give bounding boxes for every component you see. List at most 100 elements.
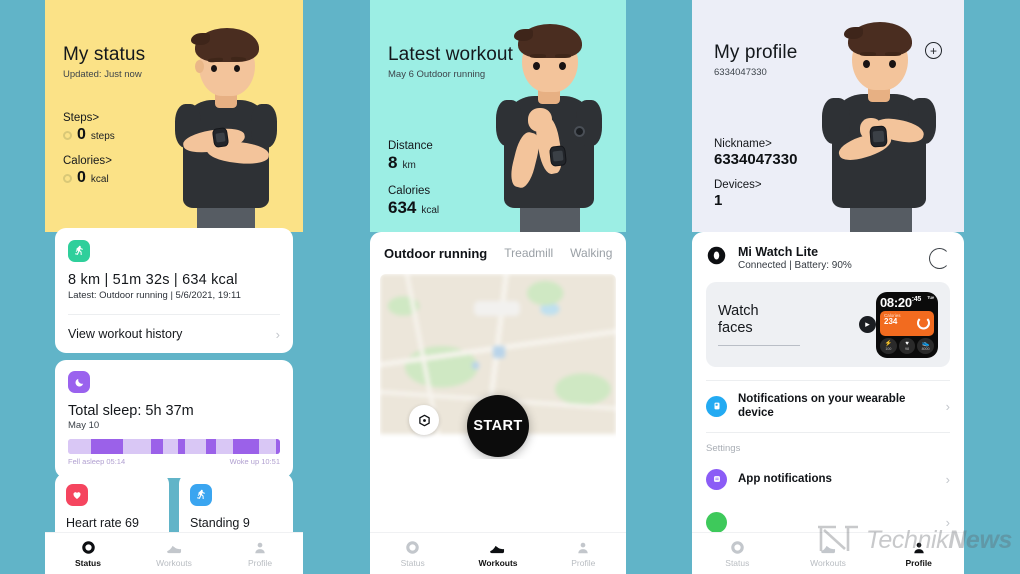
watch-face-preview: 08:20 :45 Tue Calories 234 ⚡ 100 ♥ 98 👟 … [876,291,938,358]
workout-latest-text: Latest: Outdoor running | 5/6/2021, 19:1… [68,290,241,301]
shoe-icon [820,540,837,555]
phone-screen-profile: My profile 6334047330 + Nickname> 633404… [692,0,964,574]
watch-faces-card[interactable]: Watch faces ▸ 08:20 :45 Tue Calories 234 [706,282,950,367]
workout-panel: Outdoor running Treadmill Walking Out [370,232,626,534]
chevron-right-icon: > [765,138,772,150]
person-icon [253,540,267,555]
nav-label-status: Status [75,557,101,568]
phone-screen-status: My status Updated: Just now Steps> 0 ste… [45,0,303,574]
chevron-right-icon: > [754,179,762,191]
updated-text: Updated: Just now [63,69,142,80]
workout-stats: Distance 8 km Calories 634 kcal [388,140,439,230]
notifications-on-wearable-row[interactable]: Notifications on your wearable device › [692,381,964,432]
mi-watch-logo [706,245,727,271]
nav-item-status[interactable]: Status [692,540,783,568]
nav-label-workouts: Workouts [156,557,192,568]
sleep-segment-2 [123,439,151,454]
calories-ring-icon [63,173,72,183]
tab-outdoor-running[interactable]: Outdoor running [384,246,487,261]
device-status: Connected | Battery: 90% [738,260,852,271]
page-title: My profile [714,42,798,63]
sleep-card[interactable]: Total sleep: 5h 37m May 10 Fell asleep 0… [55,360,293,478]
nav-item-status[interactable]: Status [45,540,131,568]
stat-steps-label: Steps [63,112,93,124]
watch-metric-1-value: 100 [885,346,892,351]
view-workout-history-row[interactable]: View workout history › [68,315,280,353]
steps-ring-icon [63,130,72,140]
calories-unit: kcal [421,205,440,216]
nav-item-profile[interactable]: Profile [873,540,964,568]
nav-label-workouts: Workouts [810,557,846,568]
stat-steps[interactable]: Steps> 0 steps [63,112,115,144]
app-notifications-row[interactable]: App notifications › [692,458,964,501]
shoe-icon [166,540,183,555]
watch-calories-widget: Calories 234 [880,310,934,336]
nav-item-workouts[interactable]: Workouts [131,540,217,568]
sleep-segment-6 [184,439,206,454]
chevron-right-icon[interactable]: ▸ [859,316,876,333]
watch-metric-heart: ♥ 98 [898,337,916,354]
nav-item-workouts[interactable]: Workouts [455,540,540,568]
stat-calories-value: 0 [77,169,86,186]
distance-value: 8 [388,153,398,172]
stat-calories-unit: kcal [90,174,109,185]
gps-locate-icon[interactable] [409,405,439,435]
settings-section-label: Settings [706,442,741,454]
start-workout-button[interactable]: START [467,395,529,457]
map-container[interactable]: START [380,274,616,459]
field-devices[interactable]: Devices> 1 [714,179,797,209]
devices-label: Devices [714,179,755,191]
nav-item-profile[interactable]: Profile [541,540,626,568]
device-row[interactable]: Mi Watch Lite Connected | Battery: 90% [692,232,964,282]
person-icon [576,540,590,555]
workout-type-tabs: Outdoor running Treadmill Walking Out [370,232,626,274]
woke-up-label: Woke up 10:51 [229,457,280,466]
device-name: Mi Watch Lite [738,245,819,259]
nav-item-profile[interactable]: Profile [217,540,303,568]
sleep-segment-8 [216,439,234,454]
sleep-segment-9 [233,439,259,454]
chevron-right-icon: › [945,514,950,530]
plus-circle-icon[interactable]: + [925,42,942,59]
nav-label-profile: Profile [571,557,596,568]
progress-ring-icon [917,316,930,330]
calories-label: Calories [388,185,431,197]
field-nickname[interactable]: Nickname> 6334047330 [714,138,797,168]
watch-time: 08:20 [880,294,912,310]
watch-metric-2-value: 98 [905,346,909,351]
app-notifications-label: App notifications [738,473,832,486]
watch-metric-3-value: 8000 [921,346,930,351]
quick-stats: Steps> 0 steps Calories> 0 kcal [63,112,115,198]
nav-item-workouts[interactable]: Workouts [783,540,874,568]
standing-icon [190,484,212,506]
sleep-segment-3 [150,439,164,454]
status-hero: My status Updated: Just now Steps> 0 ste… [45,0,303,236]
sleep-segment-10 [258,439,276,454]
calories-value: 634 [388,198,417,217]
sleep-total-text: Total sleep: 5h 37m [68,403,194,419]
workout-summary-text: 8 km | 51m 32s | 634 kcal [68,272,238,288]
screenshot-stage: My status Updated: Just now Steps> 0 ste… [0,0,1020,574]
map-controls: START [380,274,616,459]
nav-item-status[interactable]: Status [370,540,455,568]
divider [718,344,800,347]
chevron-right-icon: › [275,326,280,342]
chevron-right-icon: › [945,398,950,414]
workout-date-text: May 6 Outdoor running [388,69,486,80]
sleep-segment-11 [275,439,280,454]
stat-calories[interactable]: Calories> 0 kcal [63,155,115,187]
sleep-segment-7 [205,439,217,454]
settings-row-partial[interactable]: › [692,501,964,534]
refresh-icon[interactable] [929,247,950,269]
view-workout-history-label: View workout history [68,327,183,341]
notifications-on-wearable-label: Notifications on your wearable device [738,393,906,420]
phone-screen-workouts: Latest workout May 6 Outdoor running Dis… [370,0,626,574]
tab-walking[interactable]: Walking [570,246,612,260]
nickname-value: 6334047330 [714,151,798,168]
tab-treadmill[interactable]: Treadmill [504,246,553,260]
workout-summary-card[interactable]: 8 km | 51m 32s | 634 kcal Latest: Outdoo… [55,228,293,353]
nav-label-status: Status [400,557,425,568]
nav-label-status: Status [725,557,750,568]
chevron-right-icon: › [945,471,950,487]
watch-faces-title-2: faces [718,319,753,336]
